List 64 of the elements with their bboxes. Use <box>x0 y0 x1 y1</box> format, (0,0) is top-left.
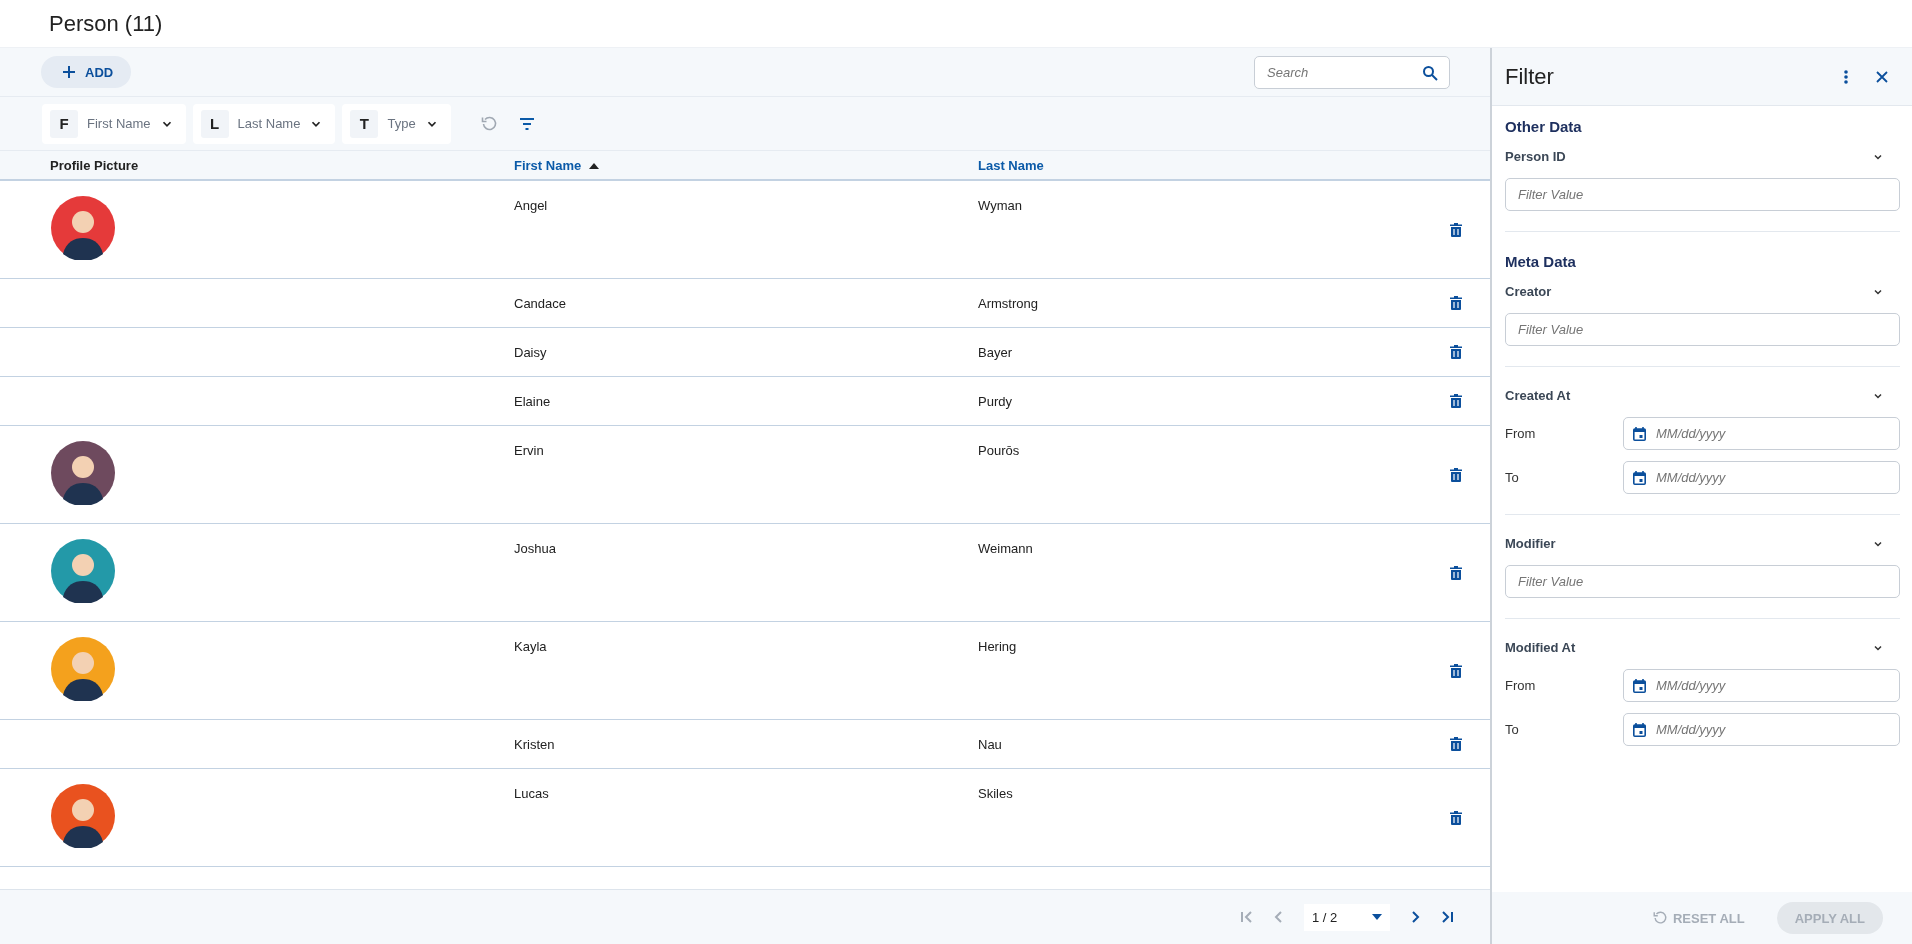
filter-input[interactable]: Filter Value <box>1505 313 1900 346</box>
date-label: From <box>1505 678 1537 693</box>
table-cell: Kayla <box>514 639 547 654</box>
date-label: To <box>1505 722 1520 737</box>
table-cell: Bayer <box>978 345 1012 360</box>
filter-input[interactable]: Filter Value <box>1505 178 1900 211</box>
column-filter-dropdown[interactable]: F First Name <box>42 103 186 144</box>
last-page-icon[interactable] <box>1440 910 1454 924</box>
table-cell: Nau <box>978 737 1002 752</box>
column-header[interactable]: Last Name <box>978 157 1044 173</box>
delete-icon[interactable] <box>1450 737 1462 751</box>
search-icon <box>1422 64 1438 81</box>
table-cell: Elaine <box>514 394 551 409</box>
table-cell: Weimann <box>978 541 1033 556</box>
field-label: Created At <box>1505 388 1571 403</box>
table-cell: Angel <box>514 198 548 213</box>
date-input[interactable]: MM/dd/yyyy <box>1623 713 1900 746</box>
table-cell: Lucas <box>514 786 549 801</box>
section-heading: Other Data <box>1505 118 1583 135</box>
table-cell: Candace <box>514 296 567 311</box>
more-icon[interactable] <box>1844 69 1848 84</box>
date-input[interactable]: MM/dd/yyyy <box>1623 461 1900 494</box>
delete-icon[interactable] <box>1450 222 1462 237</box>
delete-icon[interactable] <box>1450 394 1462 408</box>
table-cell: Ervin <box>514 443 544 458</box>
column-header[interactable]: First Name <box>514 157 582 173</box>
table-cell: Kristen <box>514 737 555 752</box>
plus-icon <box>62 65 76 79</box>
table-cell: Hering <box>978 639 1017 654</box>
filter-icon[interactable] <box>518 117 535 130</box>
table-cell: Skiles <box>978 786 1013 801</box>
delete-icon[interactable] <box>1450 565 1462 580</box>
field-label: Person ID <box>1505 149 1566 164</box>
field-label: Modifier <box>1505 536 1556 551</box>
column-filter-dropdown[interactable]: L Last Name <box>192 103 336 144</box>
table-cell: Pourōs <box>978 443 1020 458</box>
add-button[interactable]: ADD <box>41 56 132 88</box>
page-select[interactable]: 1 / 2 <box>1304 903 1390 931</box>
table-cell: Joshua <box>514 541 556 556</box>
column-filter-dropdown[interactable]: T Type <box>342 103 451 144</box>
date-label: To <box>1505 470 1520 485</box>
column-header: Profile Picture <box>50 157 139 173</box>
table-cell: Armstrong <box>978 296 1038 311</box>
delete-icon[interactable] <box>1450 345 1462 359</box>
delete-icon[interactable] <box>1450 467 1462 482</box>
delete-icon[interactable] <box>1450 663 1462 678</box>
dropdown-icon <box>1372 914 1382 920</box>
date-input[interactable]: MM/dd/yyyy <box>1623 417 1900 450</box>
delete-icon[interactable] <box>1450 810 1462 825</box>
field-label: Modified At <box>1505 640 1576 655</box>
table-cell: Wyman <box>978 198 1022 213</box>
close-icon[interactable] <box>1876 70 1888 83</box>
panel-title: Filter <box>1505 63 1555 90</box>
section-heading: Meta Data <box>1505 253 1577 270</box>
reset-icon <box>1651 910 1668 926</box>
page-title: Person (11) <box>49 10 163 37</box>
date-input[interactable]: MM/dd/yyyy <box>1623 669 1900 702</box>
field-label: Creator <box>1505 284 1552 299</box>
date-label: From <box>1505 426 1537 441</box>
table-cell: Daisy <box>514 345 547 360</box>
table-cell: Purdy <box>978 394 1012 409</box>
delete-icon[interactable] <box>1450 296 1462 310</box>
search-field[interactable]: Search <box>1254 55 1450 89</box>
filter-input[interactable]: Filter Value <box>1505 565 1900 598</box>
